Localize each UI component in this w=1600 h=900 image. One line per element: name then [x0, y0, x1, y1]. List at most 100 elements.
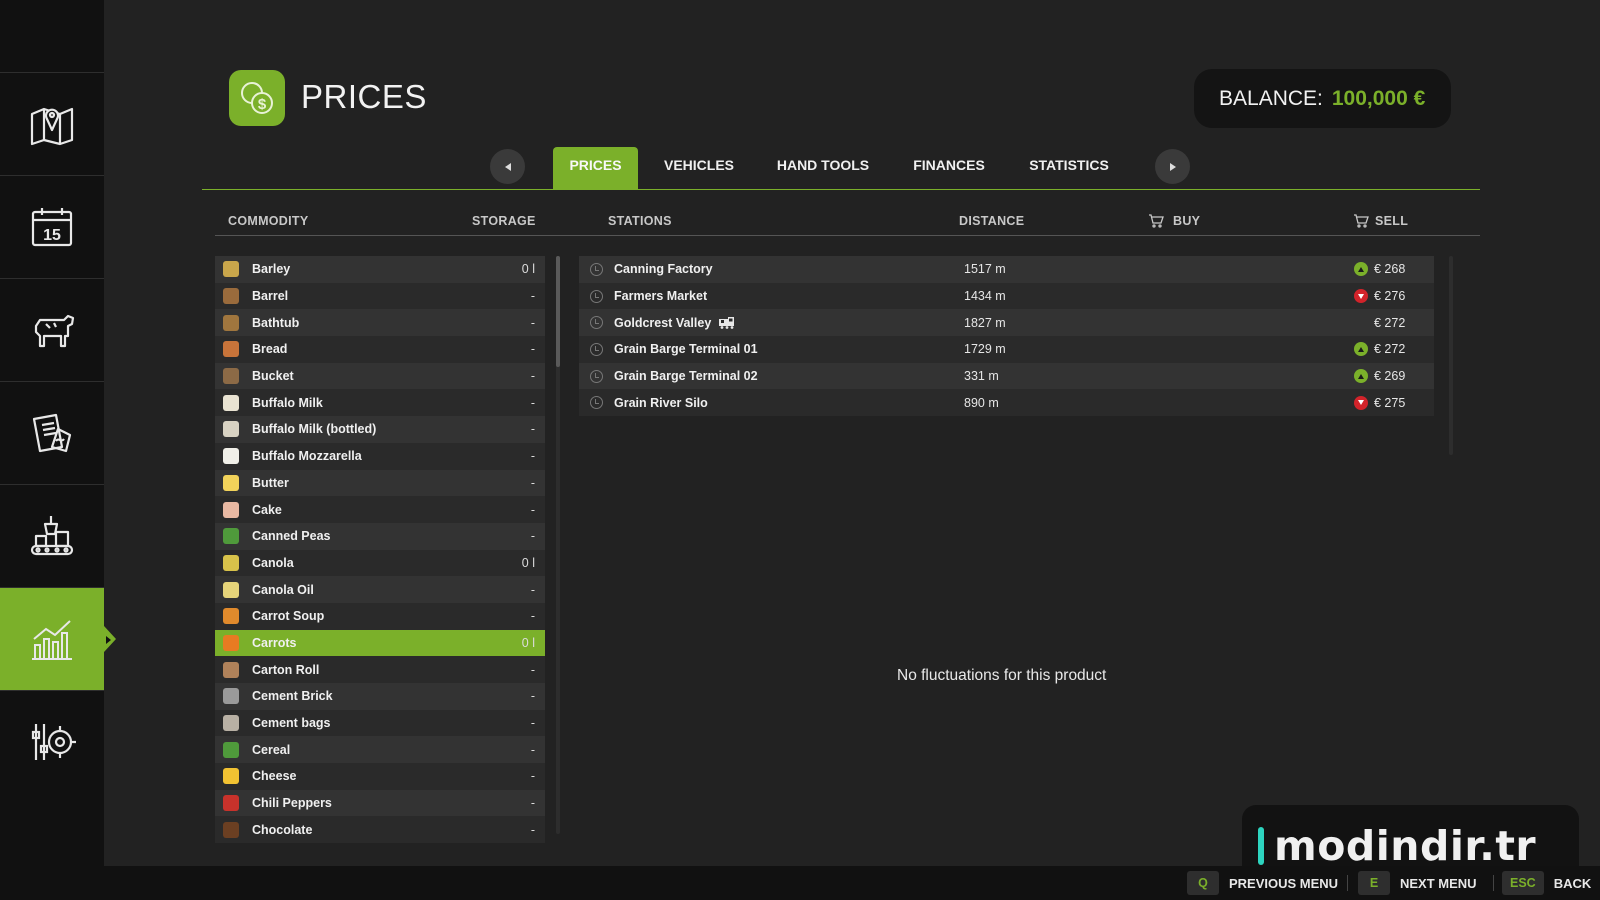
hint-previous-menu[interactable]: Q PREVIOUS MENU	[1187, 871, 1338, 895]
commodity-row[interactable]: Cement Brick -	[215, 683, 545, 710]
prices-title-icon: $	[229, 70, 285, 126]
station-name-cell: Grain Barge Terminal 01	[614, 342, 964, 356]
commodity-storage: -	[530, 716, 535, 731]
commodity-storage: -	[530, 769, 535, 784]
commodity-row[interactable]: Carton Roll -	[215, 656, 545, 683]
svg-text:$: $	[258, 96, 267, 113]
tab-next-button[interactable]	[1155, 149, 1190, 184]
commodity-storage: -	[530, 475, 535, 490]
commodity-row[interactable]: Buffalo Milk (bottled) -	[215, 416, 545, 443]
balance-label: BALANCE:	[1219, 86, 1323, 110]
tab-finances[interactable]: FINANCES	[905, 147, 993, 189]
col-distance: DISTANCE	[959, 214, 1025, 228]
sidebar-item-calendar[interactable]: 15	[0, 175, 104, 278]
tab-prev-button[interactable]	[490, 149, 525, 184]
sidebar-item-prices[interactable]	[0, 587, 116, 690]
tab-statistics[interactable]: STATISTICS	[1020, 147, 1118, 189]
commodity-row[interactable]: Carrots 0 l	[215, 629, 545, 657]
commodity-row[interactable]: Butter -	[215, 469, 545, 497]
commodity-row[interactable]: Cereal -	[215, 736, 545, 764]
commodity-icon	[223, 688, 239, 705]
hint-next-label: NEXT MENU	[1400, 875, 1477, 891]
commodity-row[interactable]: Chocolate -	[215, 816, 545, 844]
commodity-icon	[223, 768, 239, 785]
train-icon	[719, 316, 735, 329]
commodity-scrollbar[interactable]	[556, 256, 560, 834]
commodity-row[interactable]: Canola Oil -	[215, 576, 545, 603]
commodity-scroll-thumb[interactable]	[556, 256, 560, 367]
clock-icon	[590, 262, 603, 276]
station-row[interactable]: Canning Factory 1517 m € 268	[579, 256, 1434, 283]
commodity-icon	[223, 421, 239, 438]
station-row[interactable]: Grain Barge Terminal 02 331 m € 269	[579, 362, 1434, 390]
commodity-row[interactable]: Canned Peas -	[215, 522, 545, 550]
commodity-icon	[223, 288, 239, 305]
commodity-row[interactable]: Bread -	[215, 336, 545, 363]
sidebar-item-map[interactable]	[0, 72, 104, 175]
commodity-name: Carrot Soup	[252, 609, 325, 624]
commodity-name: Cake	[252, 502, 282, 517]
tab-prices[interactable]: PRICES	[553, 147, 638, 189]
sidebar-item-contracts[interactable]	[0, 381, 104, 484]
active-indicator	[106, 636, 111, 644]
sidebar-item-settings[interactable]	[0, 690, 104, 793]
page-title: PRICES	[301, 78, 427, 115]
trend-down-icon	[1354, 289, 1368, 304]
trend-up-icon	[1354, 342, 1368, 357]
commodity-storage: -	[530, 822, 535, 837]
arrow-left-icon	[504, 162, 511, 171]
trend-down-arrow	[1358, 293, 1364, 299]
commodity-row[interactable]: Bucket -	[215, 362, 545, 390]
commodity-icon	[223, 314, 239, 331]
commodity-icon	[223, 821, 239, 838]
commodity-storage: -	[530, 742, 535, 757]
tab-hand-tools[interactable]: HAND TOOLS	[768, 147, 878, 189]
station-name: Canning Factory	[614, 262, 713, 277]
commodity-row[interactable]: Cheese -	[215, 763, 545, 790]
commodity-row[interactable]: Chili Peppers -	[215, 789, 545, 817]
commodity-row[interactable]: Buffalo Milk -	[215, 389, 545, 417]
trend-up-icon	[1354, 369, 1368, 384]
commodity-icon	[223, 608, 239, 625]
tab-vehicles[interactable]: VEHICLES	[654, 147, 744, 189]
key-e: E	[1358, 871, 1390, 895]
commodity-row[interactable]: Canola 0 l	[215, 549, 545, 577]
sidebar-item-animals[interactable]	[0, 278, 104, 381]
commodity-row[interactable]: Bathtub -	[215, 309, 545, 337]
commodity-storage: -	[530, 422, 535, 437]
hint-next-menu[interactable]: E NEXT MENU	[1358, 871, 1477, 895]
commodity-icon	[223, 715, 239, 732]
buy-cart-icon	[1149, 214, 1164, 228]
station-row[interactable]: Goldcrest Valley 1827 m € 272	[579, 309, 1434, 337]
commodity-icon	[223, 554, 239, 571]
commodity-storage: -	[530, 502, 535, 517]
station-row[interactable]: Grain Barge Terminal 01 1729 m € 272	[579, 336, 1434, 363]
commodity-row[interactable]: Cement bags -	[215, 709, 545, 737]
commodity-name: Carton Roll	[252, 662, 320, 677]
commodity-row[interactable]: Cake -	[215, 496, 545, 523]
commodity-row[interactable]: Barrel -	[215, 282, 545, 310]
stations-list: Canning Factory 1517 m € 268 Farmers Market…	[579, 256, 1434, 417]
commodity-name: Cement bags	[252, 716, 331, 731]
commodity-storage: -	[530, 369, 535, 384]
commodity-row[interactable]: Barley 0 l	[215, 256, 545, 283]
commodity-name: Carrots	[252, 635, 297, 650]
hint-back[interactable]: ESC BACK	[1502, 871, 1591, 895]
commodity-icon	[223, 448, 239, 465]
station-row[interactable]: Farmers Market 1434 m € 276	[579, 282, 1434, 310]
commodity-row[interactable]: Carrot Soup -	[215, 602, 545, 630]
commodity-storage: 0 l	[521, 555, 535, 570]
sidebar-item-production[interactable]	[0, 484, 104, 587]
commodity-icon	[223, 368, 239, 385]
commodity-row[interactable]: Buffalo Mozzarella -	[215, 442, 545, 470]
commodity-name: Bathtub	[252, 315, 300, 330]
stations-scrollbar[interactable]	[1449, 256, 1453, 455]
commodity-storage: -	[530, 796, 535, 811]
commodity-storage: -	[530, 395, 535, 410]
key-esc: ESC	[1502, 871, 1544, 895]
station-row[interactable]: Grain River Silo 890 m € 275	[579, 389, 1434, 417]
station-distance: 1517 m	[964, 262, 1006, 277]
station-sell-price: € 276	[1374, 289, 1406, 304]
coins-icon: $	[241, 82, 273, 114]
trend-none-icon	[1354, 316, 1368, 330]
